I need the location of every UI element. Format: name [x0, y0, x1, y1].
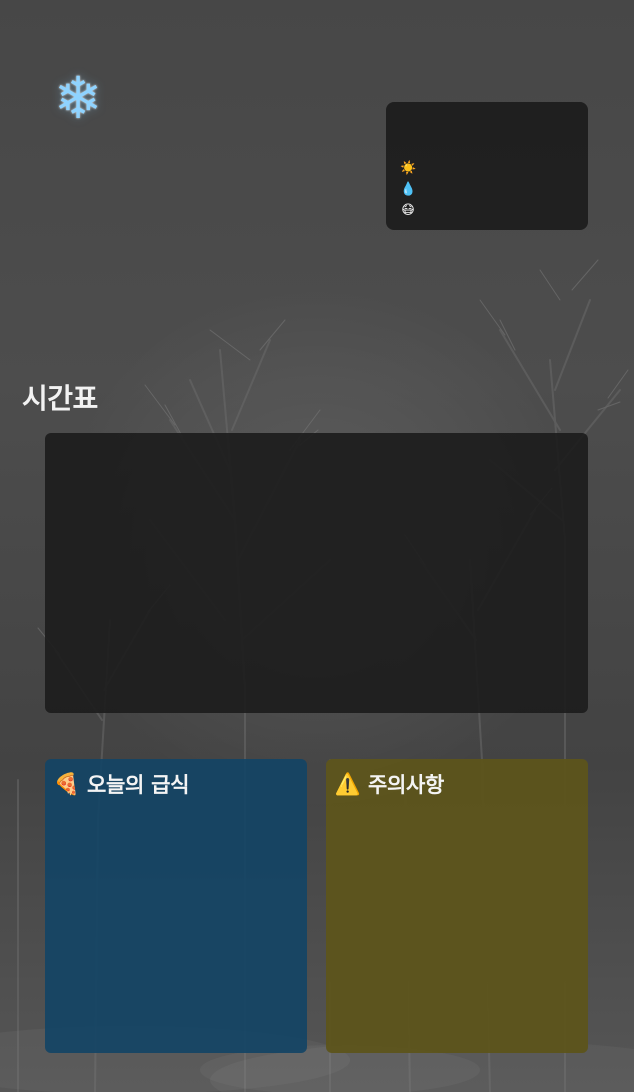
meal-card-header: 🍕 오늘의 급식 [53, 769, 190, 799]
meal-card-title: 오늘의 급식 [87, 773, 190, 797]
snowflake-icon: ❄ [53, 64, 103, 132]
face-icon: 😷 [401, 203, 415, 218]
timetable-title: 시간표 [22, 382, 98, 415]
weather-item-face: 😷 [400, 200, 420, 221]
pizza-icon: 🍕 [53, 771, 81, 796]
warning-icon: ⚠️ [334, 771, 362, 796]
caution-card-header: ⚠️ 주의사항 [334, 769, 445, 799]
droplet-icon: 💧 [400, 182, 417, 197]
caution-card-title: 주의사항 [368, 773, 445, 797]
timetable-panel [45, 433, 588, 713]
sun-icon: ☀️ [400, 161, 417, 176]
caution-card: ⚠️ 주의사항 [326, 759, 588, 1053]
weather-item-droplet: 💧 [400, 179, 420, 200]
weather-list: ☀️ 💧 😷 [400, 158, 420, 221]
weather-item-sun: ☀️ [400, 158, 420, 179]
weather-card: ☀️ 💧 😷 [386, 102, 588, 230]
meal-card: 🍕 오늘의 급식 [45, 759, 307, 1053]
